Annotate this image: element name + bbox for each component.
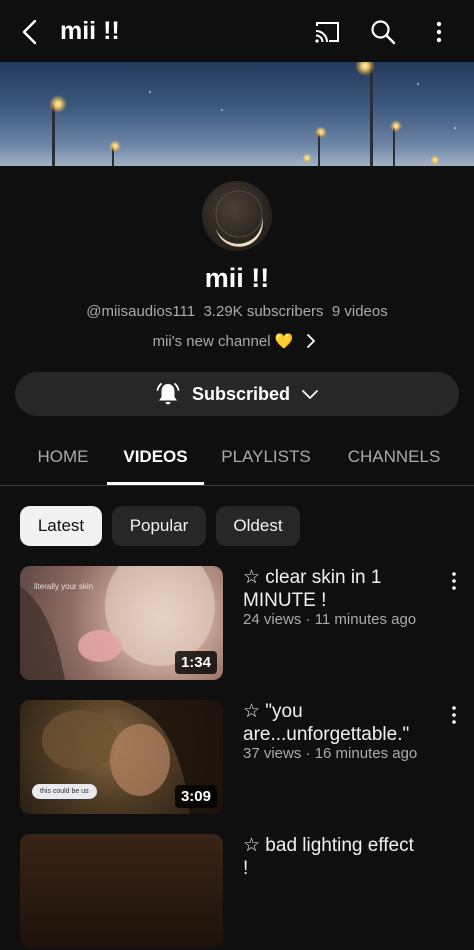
tab-playlists[interactable]: PLAYLISTS: [208, 436, 324, 485]
tab-home[interactable]: HOME: [20, 436, 106, 485]
video-meta: 37 views · 16 minutes ago: [243, 745, 418, 762]
more-vert-icon[interactable]: [425, 18, 453, 46]
video-thumbnail[interactable]: literally your skin 1:34: [20, 566, 223, 680]
video-duration: 3:09: [174, 785, 217, 808]
more-vert-icon[interactable]: [446, 570, 462, 592]
channel-banner: [0, 62, 474, 166]
more-vert-icon[interactable]: [446, 704, 462, 726]
subscriber-count: 3.29K subscribers: [203, 303, 324, 320]
channel-description-row[interactable]: mii's new channel 💛: [0, 330, 474, 352]
filter-chip-popular[interactable]: Popular: [112, 506, 206, 546]
chevron-down-icon: [302, 390, 318, 399]
video-count: 9 videos: [331, 303, 388, 320]
active-tab-indicator: [107, 482, 204, 485]
subscribed-label: Subscribed: [191, 383, 291, 404]
channel-avatar[interactable]: [202, 181, 272, 251]
tab-videos[interactable]: VIDEOS: [107, 436, 204, 485]
channel-tabs: HOME VIDEOS PLAYLISTS CHANNELS: [0, 436, 474, 486]
channel-meta: @miisaudios111 3.29K subscribers 9 video…: [0, 303, 474, 320]
header-title: mii !!: [60, 17, 120, 45]
video-item: literally your skin 1:34 ☆ clear skin in…: [0, 566, 474, 682]
video-meta: 24 views · 11 minutes ago: [243, 611, 417, 628]
video-title[interactable]: ☆ "you are...unforgettable.": [243, 700, 438, 746]
back-arrow-icon[interactable]: [18, 18, 42, 46]
top-app-bar: mii !!: [0, 0, 474, 62]
video-thumbnail[interactable]: this could be us 3:09: [20, 700, 223, 814]
subscribed-button[interactable]: Subscribed: [15, 372, 459, 416]
filter-chip-latest[interactable]: Latest: [20, 506, 102, 546]
video-title[interactable]: ☆ clear skin in 1 MINUTE !: [243, 566, 438, 612]
video-thumbnail[interactable]: [20, 834, 223, 948]
video-item: ☆ bad lighting effect !: [0, 834, 474, 950]
cast-icon[interactable]: [313, 18, 341, 46]
filter-chip-oldest[interactable]: Oldest: [216, 506, 300, 546]
chevron-right-icon: [307, 334, 316, 348]
search-icon[interactable]: [369, 18, 397, 46]
channel-name: mii !!: [204, 263, 270, 293]
tab-channels[interactable]: CHANNELS: [330, 436, 458, 485]
video-duration: 1:34: [174, 651, 217, 674]
thumbnail-caption-bubble: this could be us: [32, 784, 97, 799]
channel-description: mii's new channel 💛: [152, 333, 294, 350]
video-title[interactable]: ☆ bad lighting effect !: [243, 834, 453, 880]
video-item: this could be us 3:09 ☆ "you are...unfor…: [0, 700, 474, 816]
bell-icon: [156, 383, 180, 405]
channel-handle: @miisaudios111: [86, 303, 196, 320]
thumbnail-overlay-text: literally your skin: [34, 582, 94, 591]
